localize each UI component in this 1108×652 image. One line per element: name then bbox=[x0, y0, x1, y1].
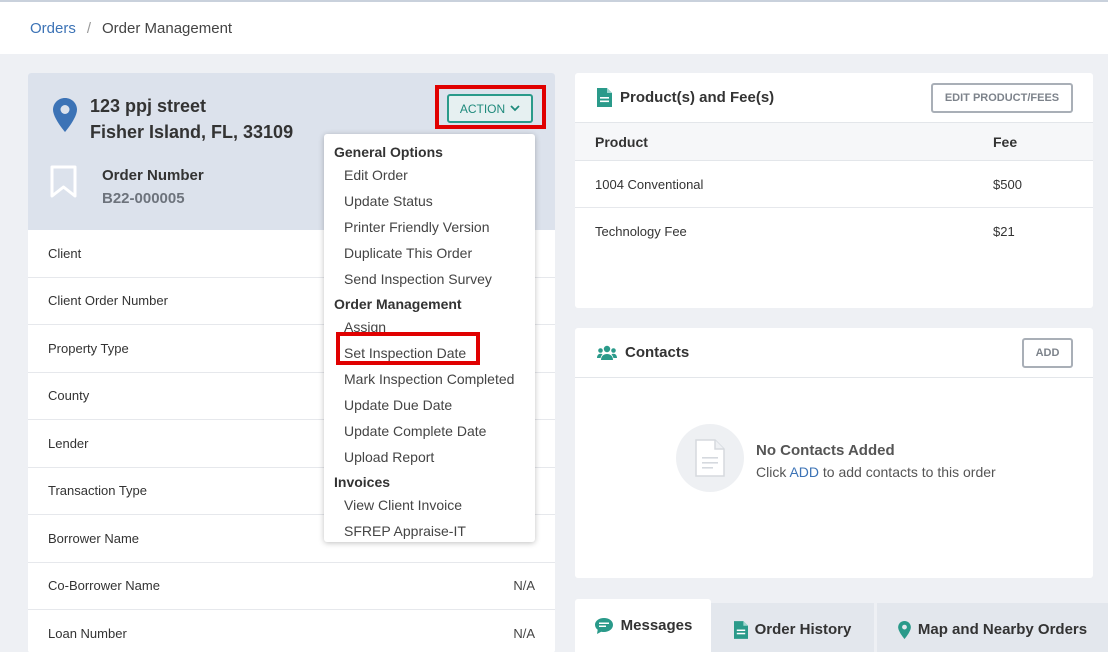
tab-map-label: Map and Nearby Orders bbox=[917, 621, 1088, 638]
detail-label: Property Type bbox=[48, 340, 129, 356]
detail-label: Borrower Name bbox=[48, 530, 140, 546]
hint-prefix: Click bbox=[756, 464, 787, 480]
breadcrumb-current: Order Management bbox=[102, 19, 233, 37]
product-name: Technology Fee bbox=[595, 224, 687, 239]
document-icon bbox=[597, 88, 612, 107]
menu-item-duplicate-order[interactable]: Duplicate This Order bbox=[324, 240, 535, 266]
menu-item-update-due-date[interactable]: Update Due Date bbox=[324, 392, 535, 418]
product-fee: $500 bbox=[993, 176, 1022, 192]
tab-order-history-label: Order History bbox=[754, 621, 852, 638]
detail-row: Co-Borrower Name N/A bbox=[28, 563, 555, 610]
menu-item-update-status[interactable]: Update Status bbox=[324, 188, 535, 214]
breadcrumb-separator: / bbox=[86, 19, 92, 37]
menu-item-sfrep-appraise-it[interactable]: SFREP Appraise-IT bbox=[324, 518, 535, 544]
breadcrumb: Orders / Order Management bbox=[0, 2, 1108, 54]
add-contact-link[interactable]: ADD bbox=[789, 464, 819, 480]
users-icon bbox=[597, 345, 617, 361]
order-number-label: Order Number bbox=[102, 167, 204, 184]
hint-suffix: to add contacts to this order bbox=[822, 464, 996, 480]
location-pin-icon bbox=[53, 98, 77, 137]
products-table-header: Product Fee bbox=[575, 123, 1093, 161]
breadcrumb-orders-link[interactable]: Orders bbox=[30, 20, 76, 37]
map-pin-icon bbox=[898, 620, 911, 639]
product-name: 1004 Conventional bbox=[595, 176, 704, 192]
chat-bubble-icon bbox=[594, 617, 614, 635]
no-contacts-hint: Click ADD to add contacts to this order bbox=[756, 464, 996, 480]
menu-item-send-survey[interactable]: Send Inspection Survey bbox=[324, 266, 535, 292]
action-button-label: ACTION bbox=[459, 101, 506, 116]
menu-group-management: Order Management bbox=[334, 296, 462, 312]
action-dropdown-button[interactable]: ACTION bbox=[447, 94, 533, 123]
menu-group-invoices: Invoices bbox=[334, 474, 391, 490]
contacts-card: Contacts ADD No Contacts Added Click ADD… bbox=[575, 328, 1093, 578]
contacts-title: Contacts bbox=[625, 344, 690, 361]
menu-item-mark-inspection-completed[interactable]: Mark Inspection Completed bbox=[324, 366, 535, 392]
detail-label: Transaction Type bbox=[48, 483, 147, 499]
menu-item-printer-friendly[interactable]: Printer Friendly Version bbox=[324, 214, 535, 240]
table-row: Technology Fee $21 bbox=[575, 208, 1093, 255]
set-inspection-highlight-box bbox=[336, 332, 480, 365]
products-card: Product(s) and Fee(s) EDIT PRODUCT/FEES … bbox=[575, 73, 1093, 308]
add-contact-button[interactable]: ADD bbox=[1022, 338, 1073, 368]
no-contacts-title: No Contacts Added bbox=[756, 442, 895, 459]
tab-map-nearby-orders[interactable]: Map and Nearby Orders bbox=[877, 603, 1108, 652]
products-title: Product(s) and Fee(s) bbox=[620, 89, 775, 106]
menu-group-general: General Options bbox=[334, 144, 443, 160]
detail-label: Loan Number bbox=[48, 625, 127, 641]
tab-messages[interactable]: Messages bbox=[575, 599, 711, 652]
tab-order-history[interactable]: Order History bbox=[711, 603, 874, 652]
column-header-fee: Fee bbox=[993, 133, 1018, 150]
menu-item-edit-order[interactable]: Edit Order bbox=[324, 162, 535, 188]
edit-product-fees-button[interactable]: EDIT PRODUCT/FEES bbox=[931, 83, 1073, 113]
detail-label: Co-Borrower Name bbox=[48, 578, 160, 594]
detail-label: County bbox=[48, 388, 90, 404]
menu-item-view-client-invoice[interactable]: View Client Invoice bbox=[324, 492, 535, 518]
detail-row: Loan Number N/A bbox=[28, 610, 555, 652]
chevron-down-icon bbox=[510, 105, 520, 112]
address-line2: Fisher Island, FL, 33109 bbox=[90, 122, 294, 142]
column-header-product: Product bbox=[595, 133, 648, 150]
table-row: 1004 Conventional $500 bbox=[575, 161, 1093, 208]
document-icon bbox=[733, 620, 748, 639]
contacts-header: Contacts ADD bbox=[575, 328, 1093, 378]
address-line1: 123 ppj street bbox=[90, 96, 207, 116]
menu-item-update-complete-date[interactable]: Update Complete Date bbox=[324, 418, 535, 444]
products-header: Product(s) and Fee(s) EDIT PRODUCT/FEES bbox=[575, 73, 1093, 123]
empty-document-icon bbox=[676, 424, 744, 492]
menu-item-upload-report[interactable]: Upload Report bbox=[324, 444, 535, 470]
detail-label: Lender bbox=[48, 435, 89, 451]
detail-label: Client bbox=[48, 245, 82, 261]
detail-label: Client Order Number bbox=[48, 293, 168, 309]
detail-value: N/A bbox=[513, 578, 535, 594]
tab-messages-label: Messages bbox=[620, 617, 693, 634]
bookmark-icon bbox=[50, 165, 77, 203]
product-fee: $21 bbox=[993, 224, 1015, 239]
detail-value: N/A bbox=[513, 625, 535, 641]
order-number-value: B22-000005 bbox=[102, 190, 185, 207]
